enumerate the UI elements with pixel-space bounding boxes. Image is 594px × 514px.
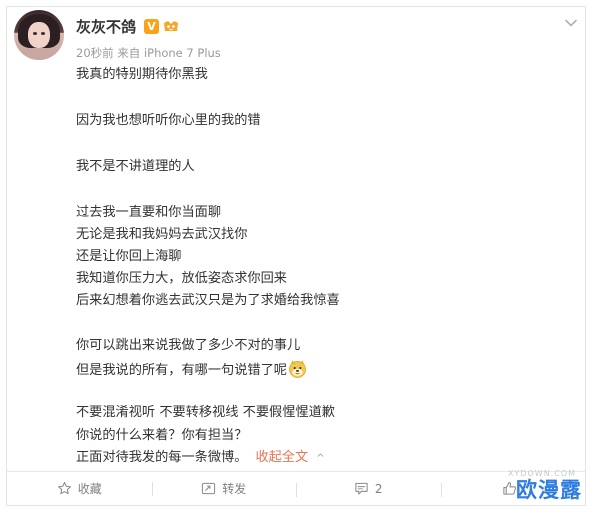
post-line-with-collapse: 正面对待我发的每一条微博。 收起全文 ^ [76,449,325,468]
repost-button[interactable]: 转发 [151,480,297,497]
post-meta: 20秒前 来自 iPhone 7 Plus [76,46,221,60]
post-line-with-emoji: 但是我说的所有，有哪一句说错了呢 [76,359,307,380]
post-line: 你说的什么来着？你有担当？ [76,428,248,443]
post-line: 我知道你压力大，放低姿态求你回来 [76,271,287,286]
verified-badge-icon: V [144,18,160,34]
post-line: 后来幻想着你逃去武汉只是为了求婚给我惊喜 [76,293,340,308]
username-row: 灰灰不鸽 V [76,15,180,37]
chevron-down-icon[interactable] [564,16,578,30]
avatar-eye-right [41,32,45,35]
post-line: 我真的特别期待你黑我 [76,67,208,82]
username[interactable]: 灰灰不鸽 [76,16,136,37]
post-line-text: 正面对待我发的每一条微博。 [76,450,248,465]
doge-emoji-icon [289,360,306,378]
post-line-text: 但是我说的所有，有哪一句说错了呢 [76,363,287,378]
vip-level-icon [162,19,180,34]
avatar-face [28,22,50,48]
post-line: 我不是不讲道理的人 [76,159,195,174]
avatar[interactable] [14,10,64,60]
collapse-caret-icon[interactable]: ^ [316,450,324,468]
avatar-body [20,48,58,60]
avatar-eye-left [33,32,37,35]
comment-icon [355,482,368,495]
post-line: 因为我也想听听你心里的我的错 [76,113,261,128]
star-icon [57,481,71,495]
weibo-post-card: 灰灰不鸽 V 20秒前 来自 iPhone 7 Plus 我真的特别期待你黑我 … [0,0,594,514]
post-line: 无论是我和我妈妈去武汉找你 [76,227,248,242]
comment-count: 2 [374,481,383,496]
repost-label: 转发 [222,482,247,496]
post-line: 还是让你回上海聊 [76,249,182,264]
favorite-button[interactable]: 收藏 [7,480,152,497]
repost-icon [202,482,216,495]
collapse-full-text-link[interactable]: 收起全文 [255,450,308,465]
favorite-label: 收藏 [77,482,102,496]
post-line: 过去我一直要和你当面聊 [76,205,222,220]
comment-button[interactable]: 2 [296,481,441,497]
post-line: 你可以跳出来说我做了多少不对的事儿 [76,338,301,353]
post-line: 不要混淆视听 不要转移视线 不要假惺惺道歉 [76,405,335,420]
watermark-text: 欧漫露 [516,478,582,502]
site-watermark: XYDOWN.COM 欧漫露 [494,469,586,506]
